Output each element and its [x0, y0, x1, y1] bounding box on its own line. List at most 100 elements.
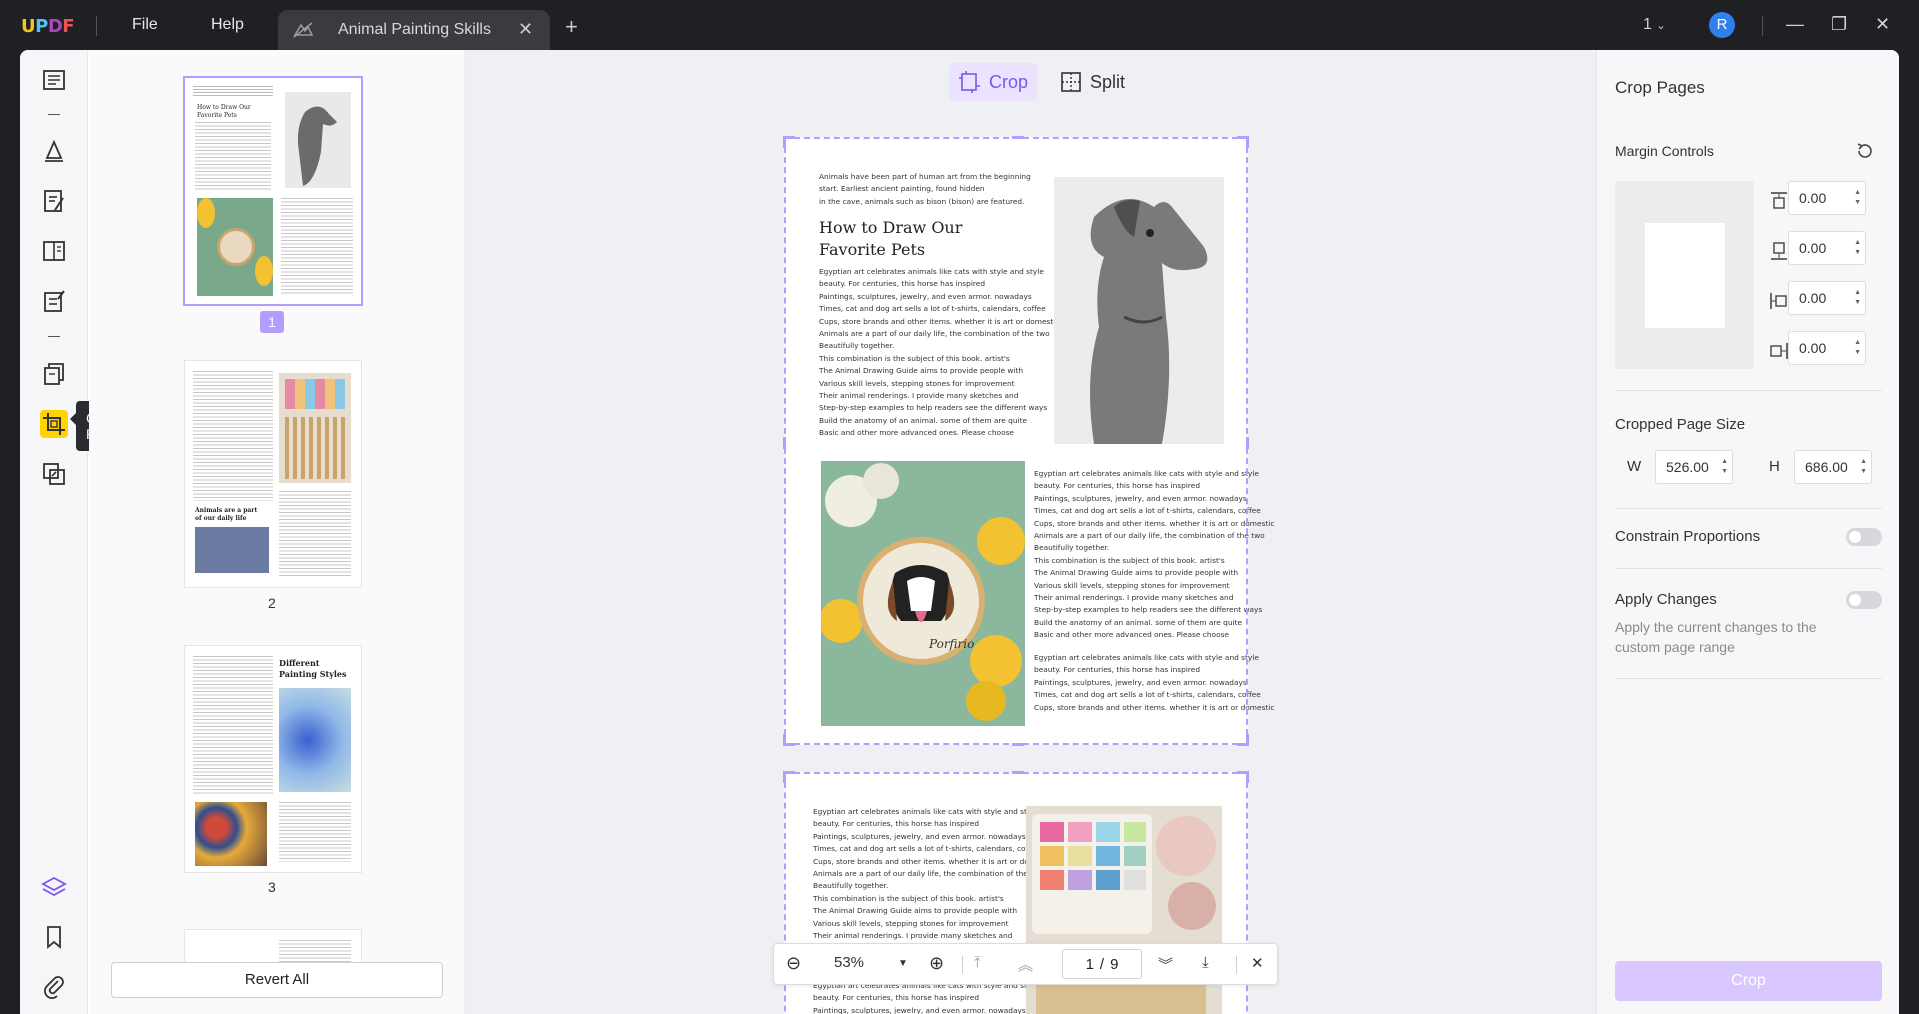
revert-all-button[interactable]: Revert All: [111, 962, 443, 998]
toolbar-separator: [48, 114, 60, 115]
reader-icon[interactable]: [40, 66, 68, 94]
split-mode-label: Split: [1090, 71, 1126, 92]
document-tab-title: Animal Painting Skills: [338, 21, 491, 38]
edit-pdf-icon[interactable]: [40, 187, 68, 215]
crop-pages-icon[interactable]: [40, 410, 68, 438]
chevron-down-icon: ⌄: [1656, 20, 1666, 32]
left-toolbar: Crop Pages: [20, 50, 136, 1014]
bookmark-icon[interactable]: [40, 923, 68, 951]
crop-handle[interactable]: [1246, 437, 1249, 449]
crop-region-page-1[interactable]: [783, 136, 1249, 746]
page-tools-icon[interactable]: [40, 360, 68, 388]
margin-right-input[interactable]: 0.00 ▲ ▼: [1788, 331, 1866, 365]
window-count-dropdown[interactable]: 1 ⌄: [1643, 16, 1666, 34]
menu-file[interactable]: File: [132, 16, 158, 34]
crop-handle[interactable]: [783, 734, 786, 746]
margin-top-input[interactable]: 0.00 ▲ ▼: [1788, 181, 1866, 215]
crop-pages-panel: Crop Pages Margin Controls 0.00 ▲ ▼ 0.00 ▲ ▼…: [1596, 50, 1899, 1014]
thumbnail-panel: How to Draw Our Favorite Pets 1 Animals …: [89, 50, 465, 1014]
zoom-dropdown-icon[interactable]: ▼: [898, 958, 908, 969]
document-tab[interactable]: Animal Painting Skills ✕: [278, 10, 550, 50]
restore-icon[interactable]: ❐: [1831, 14, 1847, 35]
title-bar: UPDF File Help Animal Painting Skills ✕ …: [0, 0, 1919, 50]
crop-mode-button[interactable]: Crop: [949, 63, 1039, 101]
spinner-icon[interactable]: ▲ ▼: [1860, 457, 1867, 477]
app-logo: UPDF: [21, 16, 75, 37]
spinner-icon[interactable]: ▲ ▼: [1854, 238, 1861, 258]
previous-page-icon[interactable]: ︽: [1018, 954, 1033, 975]
split-mode-icon: [1061, 72, 1081, 92]
current-page: 1: [1085, 955, 1094, 973]
crop-button[interactable]: Crop: [1615, 961, 1882, 1001]
height-input[interactable]: 686.00 ▲ ▼: [1794, 450, 1872, 484]
spinner-icon[interactable]: ▲ ▼: [1854, 288, 1861, 308]
toolbar-separator: [48, 336, 60, 337]
width-label: W: [1627, 458, 1642, 475]
close-nav-icon[interactable]: ✕: [1251, 954, 1264, 972]
height-label: H: [1769, 458, 1780, 475]
layers-icon[interactable]: [40, 873, 68, 901]
compare-icon[interactable]: [40, 460, 68, 488]
split-mode-button[interactable]: Split: [1050, 63, 1135, 101]
thumbnail-page-1[interactable]: How to Draw Our Favorite Pets: [185, 78, 361, 304]
crop-handle[interactable]: [783, 136, 786, 148]
new-tab-icon[interactable]: +: [565, 14, 578, 40]
organize-pages-icon[interactable]: [40, 237, 68, 265]
crop-handle[interactable]: [1012, 743, 1024, 746]
spinner-icon[interactable]: ▲ ▼: [1854, 338, 1861, 358]
title-separator: [96, 16, 97, 36]
margin-bottom-input[interactable]: 0.00 ▲ ▼: [1788, 231, 1866, 265]
apply-changes-description: Apply the current changes to the custom …: [1615, 619, 1817, 655]
form-icon[interactable]: [40, 287, 68, 315]
crop-preview-page: [1645, 223, 1725, 328]
avatar[interactable]: R: [1709, 12, 1735, 38]
margin-top-icon: [1771, 192, 1787, 209]
zoom-out-icon[interactable]: ⊖: [786, 953, 801, 974]
constrain-proportions-label: Constrain Proportions: [1615, 528, 1761, 545]
page-number-input[interactable]: 1 / 9: [1062, 949, 1142, 979]
close-window-icon[interactable]: ✕: [1875, 14, 1890, 35]
crop-handle[interactable]: [783, 771, 786, 783]
page-separator: /: [1099, 955, 1105, 973]
margin-right-value: 0.00: [1799, 340, 1827, 356]
margin-left-input[interactable]: 0.00 ▲ ▼: [1788, 281, 1866, 315]
spinner-icon[interactable]: ▲ ▼: [1854, 188, 1861, 208]
zoom-in-icon[interactable]: ⊕: [929, 953, 944, 974]
crop-handle[interactable]: [1012, 136, 1024, 139]
minimize-icon[interactable]: —: [1786, 14, 1804, 35]
nav-separator: [1236, 956, 1237, 974]
crop-handle[interactable]: [1012, 771, 1024, 774]
zoom-level[interactable]: 53%: [834, 954, 864, 971]
apply-changes-toggle[interactable]: [1846, 591, 1882, 609]
section-divider: [1615, 508, 1882, 509]
first-page-icon[interactable]: ⤒: [974, 954, 981, 971]
crop-mode-label: Crop: [989, 71, 1029, 92]
section-divider: [1615, 678, 1882, 679]
reset-icon[interactable]: [1855, 141, 1875, 161]
thumbnail-page-3[interactable]: Different Painting Styles: [185, 646, 361, 872]
thumbnail-page-number: 2: [268, 595, 276, 611]
crop-handle[interactable]: [783, 437, 786, 449]
document-tab-icon: [293, 22, 314, 38]
margin-right-icon: [1770, 343, 1788, 359]
thumbnail-heading: How to Draw Our Favorite Pets: [197, 104, 251, 119]
width-value: 526.00: [1666, 459, 1709, 475]
close-tab-icon[interactable]: ✕: [518, 19, 533, 40]
last-page-icon[interactable]: ⤓: [1202, 954, 1209, 971]
spinner-icon[interactable]: ▲ ▼: [1721, 457, 1728, 477]
total-pages: 9: [1110, 955, 1119, 973]
section-divider: [1615, 568, 1882, 569]
attachment-icon[interactable]: [40, 973, 68, 1001]
next-page-icon[interactable]: ︾: [1158, 954, 1173, 975]
cropped-size-label: Cropped Page Size: [1615, 416, 1746, 433]
crop-handle[interactable]: [1246, 136, 1249, 148]
constrain-proportions-toggle[interactable]: [1846, 528, 1882, 546]
margin-left-value: 0.00: [1799, 290, 1827, 306]
crop-handle[interactable]: [1246, 734, 1249, 746]
width-input[interactable]: 526.00 ▲ ▼: [1655, 450, 1733, 484]
crop-handle[interactable]: [1246, 771, 1249, 783]
margin-controls-label: Margin Controls: [1615, 143, 1714, 159]
comment-icon[interactable]: [40, 137, 68, 165]
thumbnail-page-2[interactable]: Animals are a part of our daily life: [185, 361, 361, 587]
menu-help[interactable]: Help: [211, 16, 244, 34]
